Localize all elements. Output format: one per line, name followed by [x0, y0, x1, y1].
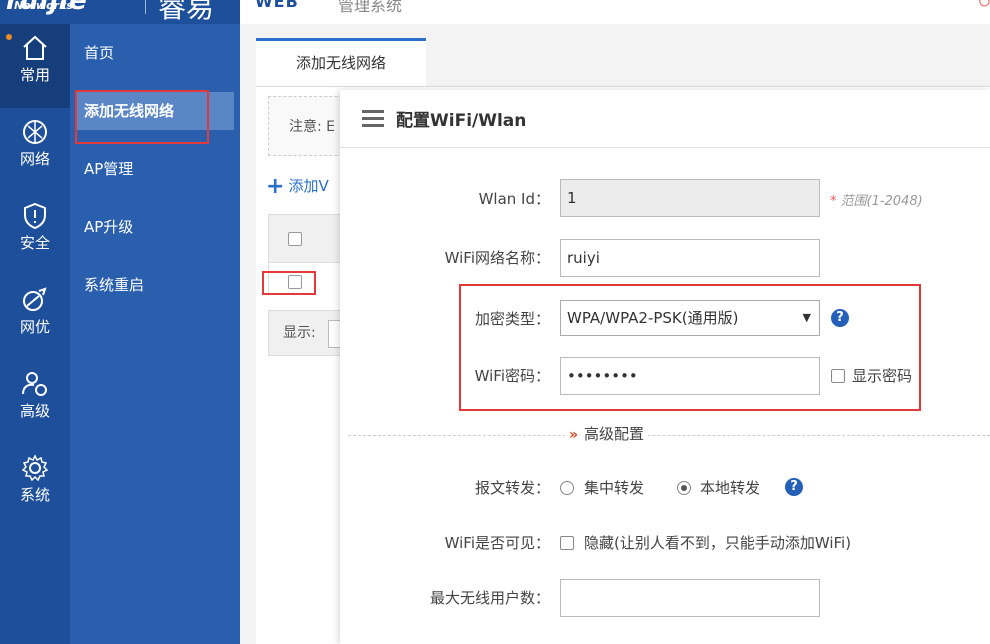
dialog-header: 配置WiFi/Wlan [340, 90, 990, 148]
sidebar-item-ap-upgrade[interactable]: AP升级 [70, 208, 240, 246]
primary-nav-item-optimize[interactable]: 网优 [0, 276, 70, 360]
sidebar-item-ap-manage[interactable]: AP管理 [70, 150, 240, 188]
encryption-select[interactable]: WPA/WPA2-PSK(通用版) ▼ [560, 300, 820, 336]
encryption-selected: WPA/WPA2-PSK(通用版) [567, 309, 739, 327]
brand-logo: ruijie Networks 睿易 [0, 0, 240, 24]
required-mark: * [830, 194, 837, 209]
visibility-label: WiFi是否可见： [444, 534, 550, 552]
notification-dot [6, 34, 12, 40]
plus-icon: + [266, 174, 285, 199]
radio-local-label: 本地转发 [700, 479, 761, 497]
primary-nav-item-advanced[interactable]: 高级 [0, 360, 70, 444]
primary-nav-item-network[interactable]: 网络 [0, 108, 70, 192]
password-input[interactable]: •••••••• [560, 357, 820, 395]
menu-icon [362, 110, 384, 128]
logo-separator [145, 0, 146, 14]
help-icon[interactable]: ? [831, 309, 849, 327]
ssid-input[interactable]: ruiyi [560, 239, 820, 277]
top-bar: ruijie Networks 睿易 WEB 管理系统 ⏻ [0, 0, 990, 24]
radio-centralized[interactable] [560, 481, 574, 495]
gear-icon [21, 454, 49, 482]
radio-centralized-label: 集中转发 [584, 479, 645, 497]
double-chevron-down-icon: » [569, 427, 579, 443]
network-icon [23, 120, 47, 144]
primary-nav-label: 高级 [19, 402, 50, 420]
primary-nav-label: 网络 [19, 150, 50, 168]
show-password-label: 显示密码 [852, 367, 913, 385]
select-all-checkbox[interactable] [288, 232, 302, 246]
password-label: WiFi密码： [474, 367, 550, 385]
shield-icon [24, 202, 46, 230]
primary-nav-label: 常用 [19, 66, 50, 84]
web-title: WEB [255, 0, 299, 11]
primary-nav-item-security[interactable]: 安全 [0, 192, 70, 276]
advanced-toggle[interactable]: » 高级配置 [565, 423, 649, 444]
wlan-id-hint: * 范围(1-2048) [830, 190, 923, 209]
tab-add-wireless[interactable]: 添加无线网络 [256, 38, 426, 86]
logo-chinese: 睿易 [158, 0, 215, 24]
chevron-down-icon: ▼ [802, 311, 811, 324]
sidebar-item-reboot[interactable]: 系统重启 [70, 266, 240, 304]
primary-nav-item-system[interactable]: 系统 [0, 444, 70, 528]
secondary-nav: 首页 添加无线网络 AP管理 AP升级 系统重启 [70, 24, 240, 644]
add-wlan-link[interactable]: + 添加V [266, 174, 329, 199]
encryption-label: 加密类型： [474, 310, 550, 328]
section-divider [348, 435, 990, 436]
row-checkbox[interactable] [288, 275, 302, 289]
primary-nav: 常用 网络 安全 网优 高级 系统 [0, 24, 70, 644]
logout-icon[interactable]: ⏻ [979, 0, 990, 10]
user-settings-icon [22, 372, 47, 396]
hide-ssid-label: 隐藏(让别人看不到，只能手动添加WiFi) [584, 534, 852, 552]
dialog-title: 配置WiFi/Wlan [396, 111, 527, 131]
hide-ssid-checkbox[interactable] [560, 536, 574, 550]
wlan-id-input[interactable]: 1 [560, 179, 820, 217]
sidebar-item-add-wireless[interactable]: 添加无线网络 [76, 92, 234, 130]
advanced-label: 高级配置 [584, 425, 645, 443]
primary-nav-label: 安全 [19, 234, 50, 252]
help-icon[interactable]: ? [785, 478, 803, 496]
web-title-part2: 管理系统 [338, 0, 403, 15]
logo-subtitle: Networks [14, 0, 73, 12]
wifi-config-dialog: 配置WiFi/Wlan Wlan Id： 1 * 范围(1-2048) WiFi网… [340, 90, 990, 644]
show-password-checkbox[interactable] [831, 369, 845, 383]
radio-local[interactable] [677, 481, 691, 495]
home-icon [23, 35, 47, 60]
optimize-icon [23, 287, 47, 311]
page-size-label: 显示: [283, 325, 316, 341]
add-wlan-label: 添加V [288, 177, 329, 195]
sidebar-item-home[interactable]: 首页 [70, 34, 240, 72]
wlan-id-label: Wlan Id： [478, 190, 550, 208]
primary-nav-label: 系统 [19, 486, 50, 504]
wlan-id-hint-text: 范围(1-2048) [840, 194, 923, 209]
primary-nav-label: 网优 [19, 318, 50, 336]
forwarding-label: 报文转发： [474, 479, 550, 497]
max-users-input[interactable] [560, 579, 820, 617]
primary-nav-item-common[interactable]: 常用 [0, 24, 70, 108]
ssid-label: WiFi网络名称： [444, 249, 550, 267]
max-users-label: 最大无线用户数： [429, 589, 550, 607]
